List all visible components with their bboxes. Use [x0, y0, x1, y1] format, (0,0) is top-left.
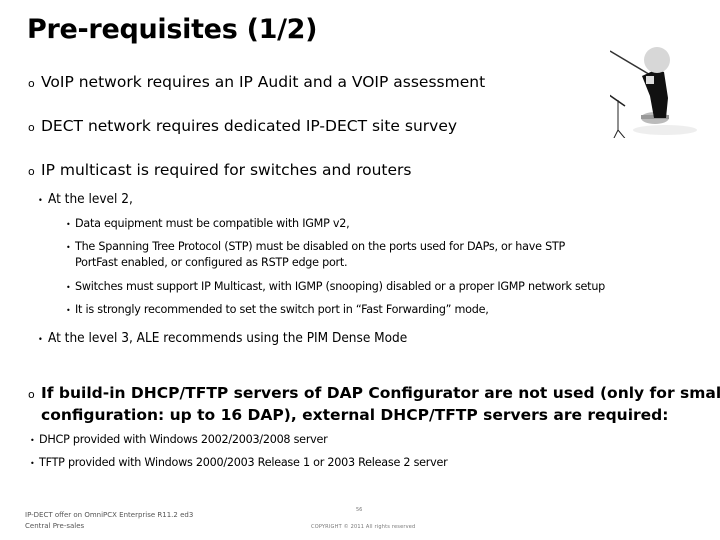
sub-sub-bullet: • Switches must support IP Multicast, wit…	[66, 280, 605, 293]
sub-sub-bullet: • It is strongly recommended to set the s…	[66, 303, 489, 316]
bullet-marker: •	[66, 243, 71, 252]
conductor-figure-icon	[601, 18, 720, 147]
bullet-text: Data equipment must be compatible with I…	[75, 217, 350, 230]
bullet-marker: •	[66, 306, 71, 315]
sub-sub-bullet: • Data equipment must be compatible with …	[66, 217, 350, 230]
bullet-marker: o	[28, 165, 35, 178]
bullet-marker: •	[30, 459, 35, 468]
footer-document-title: IP-DECT offer on OmniPCX Enterprise R11.…	[25, 511, 194, 519]
bullet-marker: •	[66, 220, 71, 229]
bullet-marker: •	[66, 283, 71, 292]
bullet-dect: o DECT network requires dedicated IP-DECT…	[28, 117, 457, 135]
bullet-marker: •	[38, 335, 43, 345]
bullet-marker: o	[28, 121, 35, 134]
copyright-notice: COPYRIGHT © 2011 All rights reserved	[311, 524, 416, 530]
bullet-text: IP multicast is required for switches an…	[41, 161, 412, 179]
sub-bullet-tftp: • TFTP provided with Windows 2000/2003 Re…	[30, 456, 448, 469]
footer-department: Central Pre-sales	[25, 522, 85, 530]
page-number: 56	[356, 507, 363, 513]
bullet-text: configuration: up to 16 DAP), external D…	[41, 406, 669, 424]
bullet-dhcp-continuation: configuration: up to 16 DAP), external D…	[41, 406, 668, 424]
bullet-text: It is strongly recommended to set the sw…	[75, 303, 489, 316]
bullet-text: DHCP provided with Windows 2002/2003/200…	[39, 433, 328, 446]
bullet-text: DECT network requires dedicated IP-DECT …	[41, 117, 458, 135]
bullet-text: The Spanning Tree Protocol (STP) must be…	[75, 240, 565, 253]
bullet-marker: o	[28, 388, 35, 401]
bullet-marker: o	[28, 77, 35, 90]
bullet-text: Switches must support IP Multicast, with…	[75, 280, 606, 293]
footer-info: IP-DECT offer on OmniPCX Enterprise R11.…	[25, 510, 193, 532]
bullet-text: At the level 2,	[48, 191, 133, 207]
bullet-dhcp: o If build-in DHCP/TFTP servers of DAP Co…	[28, 384, 720, 402]
sub-sub-bullet: • The Spanning Tree Protocol (STP) must b…	[66, 240, 565, 253]
bullet-text: If build-in DHCP/TFTP servers of DAP Con…	[41, 384, 720, 402]
bullet-voip: o VoIP network requires an IP Audit and a…	[28, 73, 485, 91]
bullet-text: VoIP network requires an IP Audit and a …	[41, 73, 486, 91]
bullet-marker: •	[30, 436, 35, 445]
bullet-text: At the level 3, ALE recommends using the…	[48, 330, 408, 346]
bullet-text: PortFast enabled, or configured as RSTP …	[75, 256, 348, 269]
sub-sub-bullet-continuation: PortFast enabled, or configured as RSTP …	[66, 256, 348, 269]
sub-bullet-level2: • At the level 2,	[38, 191, 133, 207]
slide-title: Pre-requisites (1/2)	[27, 14, 318, 45]
bullet-multicast: o IP multicast is required for switches a…	[28, 161, 412, 179]
sub-bullet-level3: • At the level 3, ALE recommends using th…	[38, 330, 407, 346]
bullet-text: TFTP provided with Windows 2000/2003 Rel…	[39, 456, 448, 469]
sub-bullet-dhcp: • DHCP provided with Windows 2002/2003/20…	[30, 433, 328, 446]
bullet-marker: •	[38, 196, 43, 206]
